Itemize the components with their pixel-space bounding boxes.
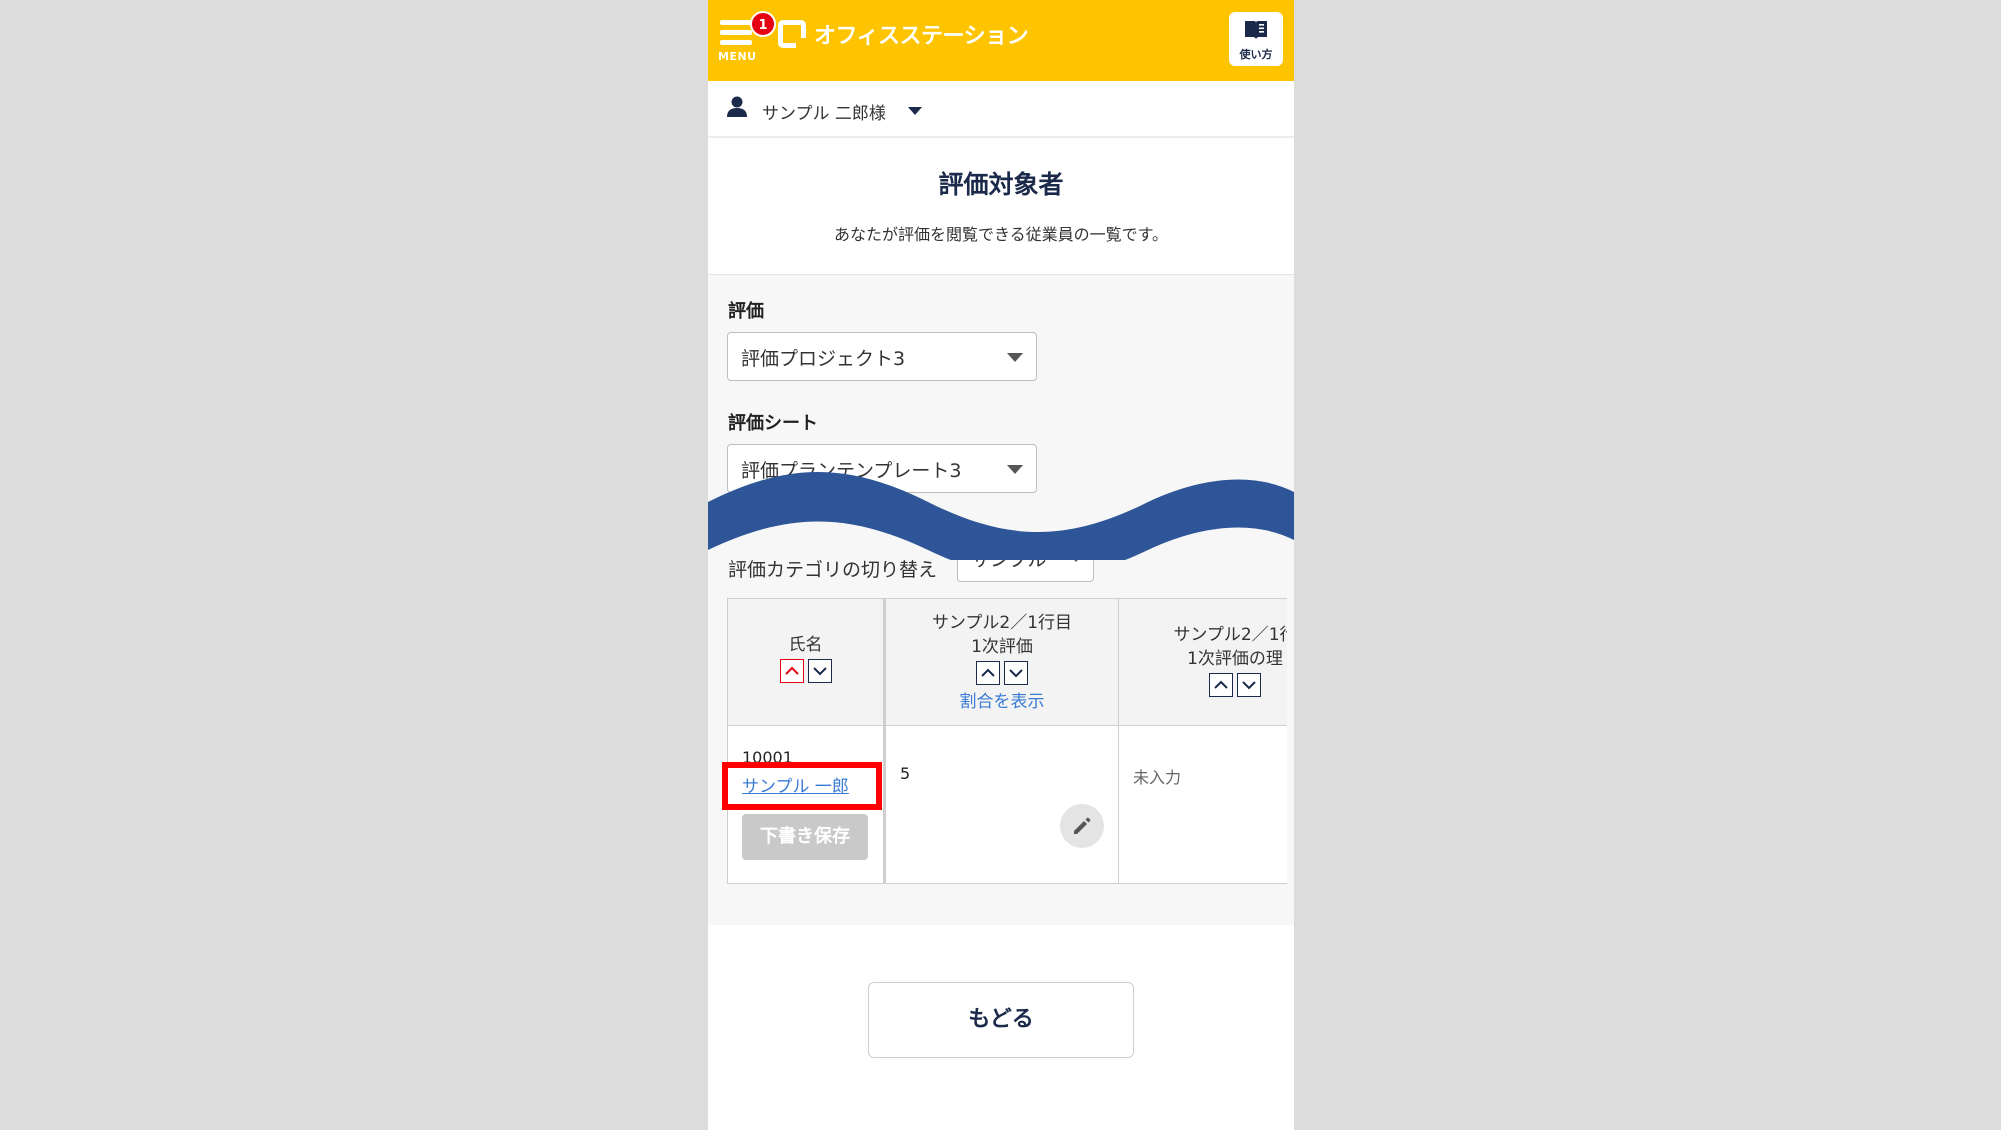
column-header-sublabel: 1次評価の理 bbox=[1187, 649, 1283, 669]
sort-controls bbox=[1209, 673, 1261, 697]
chevron-down-icon bbox=[1009, 669, 1023, 678]
menu-button[interactable]: MENU 1 bbox=[716, 10, 776, 66]
chevron-down-icon bbox=[1242, 681, 1256, 690]
column-header-sublabel: 1次評価 bbox=[971, 637, 1033, 657]
column-header-score: サンプル2／1行目 1次評価 割合を表示 bbox=[886, 599, 1119, 726]
save-draft-button[interactable]: 下書き保存 bbox=[742, 814, 868, 860]
guide-label: 使い方 bbox=[1239, 48, 1273, 61]
sort-desc-button[interactable] bbox=[807, 659, 832, 683]
show-ratio-link[interactable]: 割合を表示 bbox=[886, 687, 1118, 712]
hamburger-icon-bar bbox=[720, 40, 752, 45]
column-header-label: 氏名 bbox=[788, 635, 823, 655]
user-bar[interactable]: サンプル 二郎様 bbox=[708, 81, 1294, 138]
menu-label: MENU bbox=[718, 50, 757, 63]
chevron-down-icon bbox=[1007, 353, 1023, 362]
evaluation-select[interactable]: 評価プロジェクト3 bbox=[727, 332, 1037, 381]
notification-badge: 1 bbox=[750, 11, 776, 37]
hamburger-icon-bar bbox=[720, 30, 752, 35]
edit-button[interactable] bbox=[1060, 804, 1104, 848]
logo-text: オフィスステーション bbox=[814, 24, 1029, 49]
sort-controls bbox=[779, 659, 832, 683]
category-label: 評価カテゴリの切り替え bbox=[728, 559, 938, 581]
highlight-box bbox=[722, 762, 882, 810]
back-button[interactable]: もどる bbox=[868, 982, 1134, 1058]
sort-desc-button[interactable] bbox=[1237, 673, 1261, 697]
sort-asc-button[interactable] bbox=[1209, 673, 1233, 697]
sort-controls bbox=[976, 661, 1028, 685]
mobile-viewport: MENU 1 オフィスステーション 使い方 サンプル 二郎様 評価対象者 あなた… bbox=[708, 0, 1294, 1130]
page-break-wave bbox=[708, 472, 1294, 560]
book-icon bbox=[1245, 21, 1267, 39]
sort-desc-button[interactable] bbox=[1004, 661, 1028, 685]
app-header: MENU 1 オフィスステーション 使い方 bbox=[708, 0, 1294, 81]
app-logo: オフィスステーション bbox=[778, 18, 1029, 50]
page-title: 評価対象者 bbox=[938, 170, 1064, 199]
evaluation-label: 評価 bbox=[728, 301, 764, 322]
user-icon bbox=[727, 96, 747, 117]
column-header-name: 氏名 bbox=[728, 599, 886, 726]
page-description: あなたが評価を閲覧できる従業員の一覧です。 bbox=[833, 225, 1169, 244]
column-header-label: サンプル2／1行 bbox=[1173, 625, 1287, 645]
title-section: 評価対象者 あなたが評価を閲覧できる従業員の一覧です。 bbox=[708, 139, 1294, 275]
table-cell-score: 5 bbox=[886, 726, 1119, 883]
user-name: サンプル 二郎様 bbox=[762, 104, 886, 124]
table-cell-reason: 未入力 bbox=[1119, 726, 1287, 883]
hamburger-icon bbox=[720, 20, 752, 25]
chevron-up-icon bbox=[1214, 680, 1228, 689]
chevron-down-icon bbox=[812, 667, 827, 676]
evaluation-table: 氏名 サンプル2／1行目 1次評価 割合を表示 サンプル2／1行 1次評価の理 … bbox=[727, 598, 1287, 884]
column-header-label: サンプル2／1行目 bbox=[931, 613, 1073, 633]
sheet-label: 評価シート bbox=[728, 413, 818, 434]
score-value: 5 bbox=[900, 764, 911, 783]
guide-button[interactable]: 使い方 bbox=[1229, 12, 1283, 66]
reason-value: 未入力 bbox=[1133, 768, 1182, 787]
sort-asc-button[interactable] bbox=[976, 661, 1000, 685]
pencil-icon bbox=[1074, 817, 1091, 834]
column-header-reason: サンプル2／1行 1次評価の理 bbox=[1119, 599, 1287, 726]
chevron-up-icon bbox=[981, 668, 995, 677]
sort-asc-button[interactable] bbox=[779, 659, 804, 683]
chevron-up-icon bbox=[784, 666, 799, 675]
chevron-down-icon[interactable] bbox=[908, 107, 922, 115]
evaluation-select-value: 評価プロジェクト3 bbox=[741, 348, 906, 370]
logo-icon bbox=[778, 20, 807, 49]
